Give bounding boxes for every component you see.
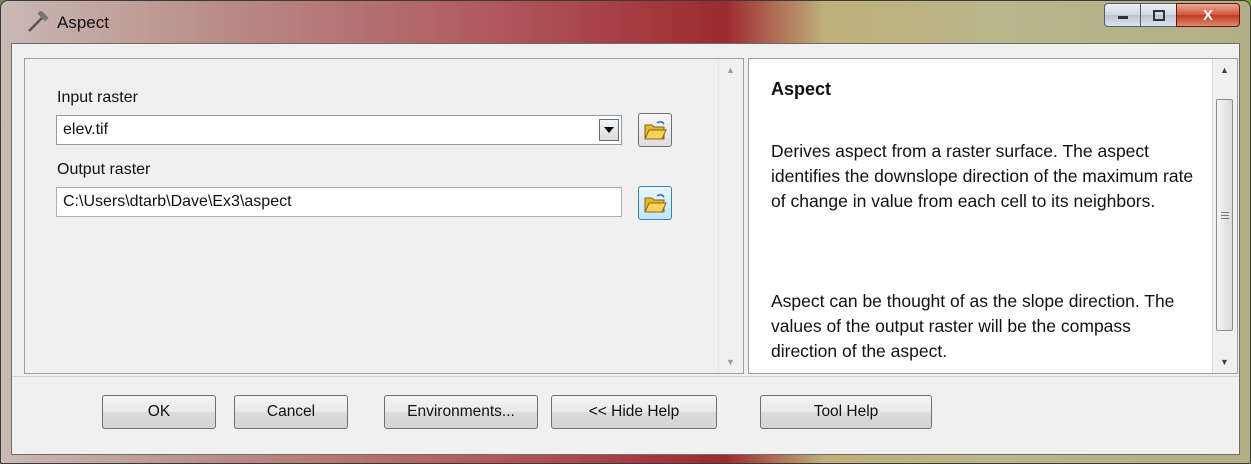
- grip-icon: [1221, 212, 1229, 221]
- minimize-button[interactable]: [1104, 3, 1140, 27]
- open-folder-icon: [644, 120, 667, 140]
- hide-help-button[interactable]: << Hide Help: [551, 395, 717, 429]
- dropdown-button[interactable]: [599, 119, 619, 141]
- parameters-scrollbar[interactable]: ▲ ▼: [718, 59, 743, 373]
- output-raster-browse-button[interactable]: [638, 186, 672, 220]
- output-raster-input[interactable]: [56, 187, 622, 217]
- input-raster-value: elev.tif: [63, 121, 109, 138]
- environments-button[interactable]: Environments...: [384, 395, 538, 429]
- help-paragraph: Aspect can be thought of as the slope di…: [771, 291, 1175, 361]
- ok-button[interactable]: OK: [102, 395, 216, 429]
- scroll-thumb[interactable]: [1216, 99, 1233, 331]
- output-raster-label: Output raster: [57, 161, 151, 178]
- help-pane: Aspect Derives aspect from a raster surf…: [748, 58, 1238, 374]
- window-title: Aspect: [57, 13, 109, 32]
- maximize-icon: [1152, 9, 1165, 21]
- help-scrollbar[interactable]: ▲ ▼: [1212, 59, 1237, 373]
- scroll-down-icon: ▼: [1220, 357, 1229, 367]
- title-bar[interactable]: Aspect X: [1, 1, 1250, 43]
- scroll-down-icon: ▼: [726, 357, 735, 367]
- dialog-window: Aspect X Input raster elev.tif Output ra…: [0, 0, 1251, 464]
- input-raster-browse-button[interactable]: [638, 113, 672, 147]
- parameters-pane: Input raster elev.tif Output raster C:\U…: [24, 58, 744, 374]
- caption-buttons: X: [1104, 3, 1240, 27]
- cancel-button[interactable]: Cancel: [234, 395, 348, 429]
- maximize-button[interactable]: [1140, 3, 1176, 27]
- input-raster-label: Input raster: [57, 89, 138, 106]
- scroll-up-icon: ▲: [1220, 65, 1229, 75]
- close-button[interactable]: X: [1176, 3, 1240, 27]
- button-bar-divider: [12, 376, 1239, 377]
- scroll-up-icon: ▲: [726, 65, 735, 75]
- minimize-icon: [1117, 16, 1128, 19]
- help-paragraph: Derives aspect from a raster surface. Th…: [771, 141, 1194, 211]
- chevron-down-icon: [604, 127, 614, 133]
- close-icon: X: [1202, 6, 1213, 24]
- input-raster-dropdown[interactable]: elev.tif: [56, 115, 622, 145]
- tool-help-button[interactable]: Tool Help: [760, 395, 932, 429]
- open-folder-icon: [644, 193, 667, 213]
- help-title: Aspect: [771, 79, 832, 99]
- dialog-client-area: Input raster elev.tif Output raster C:\U…: [11, 43, 1240, 455]
- hammer-icon: [28, 11, 49, 32]
